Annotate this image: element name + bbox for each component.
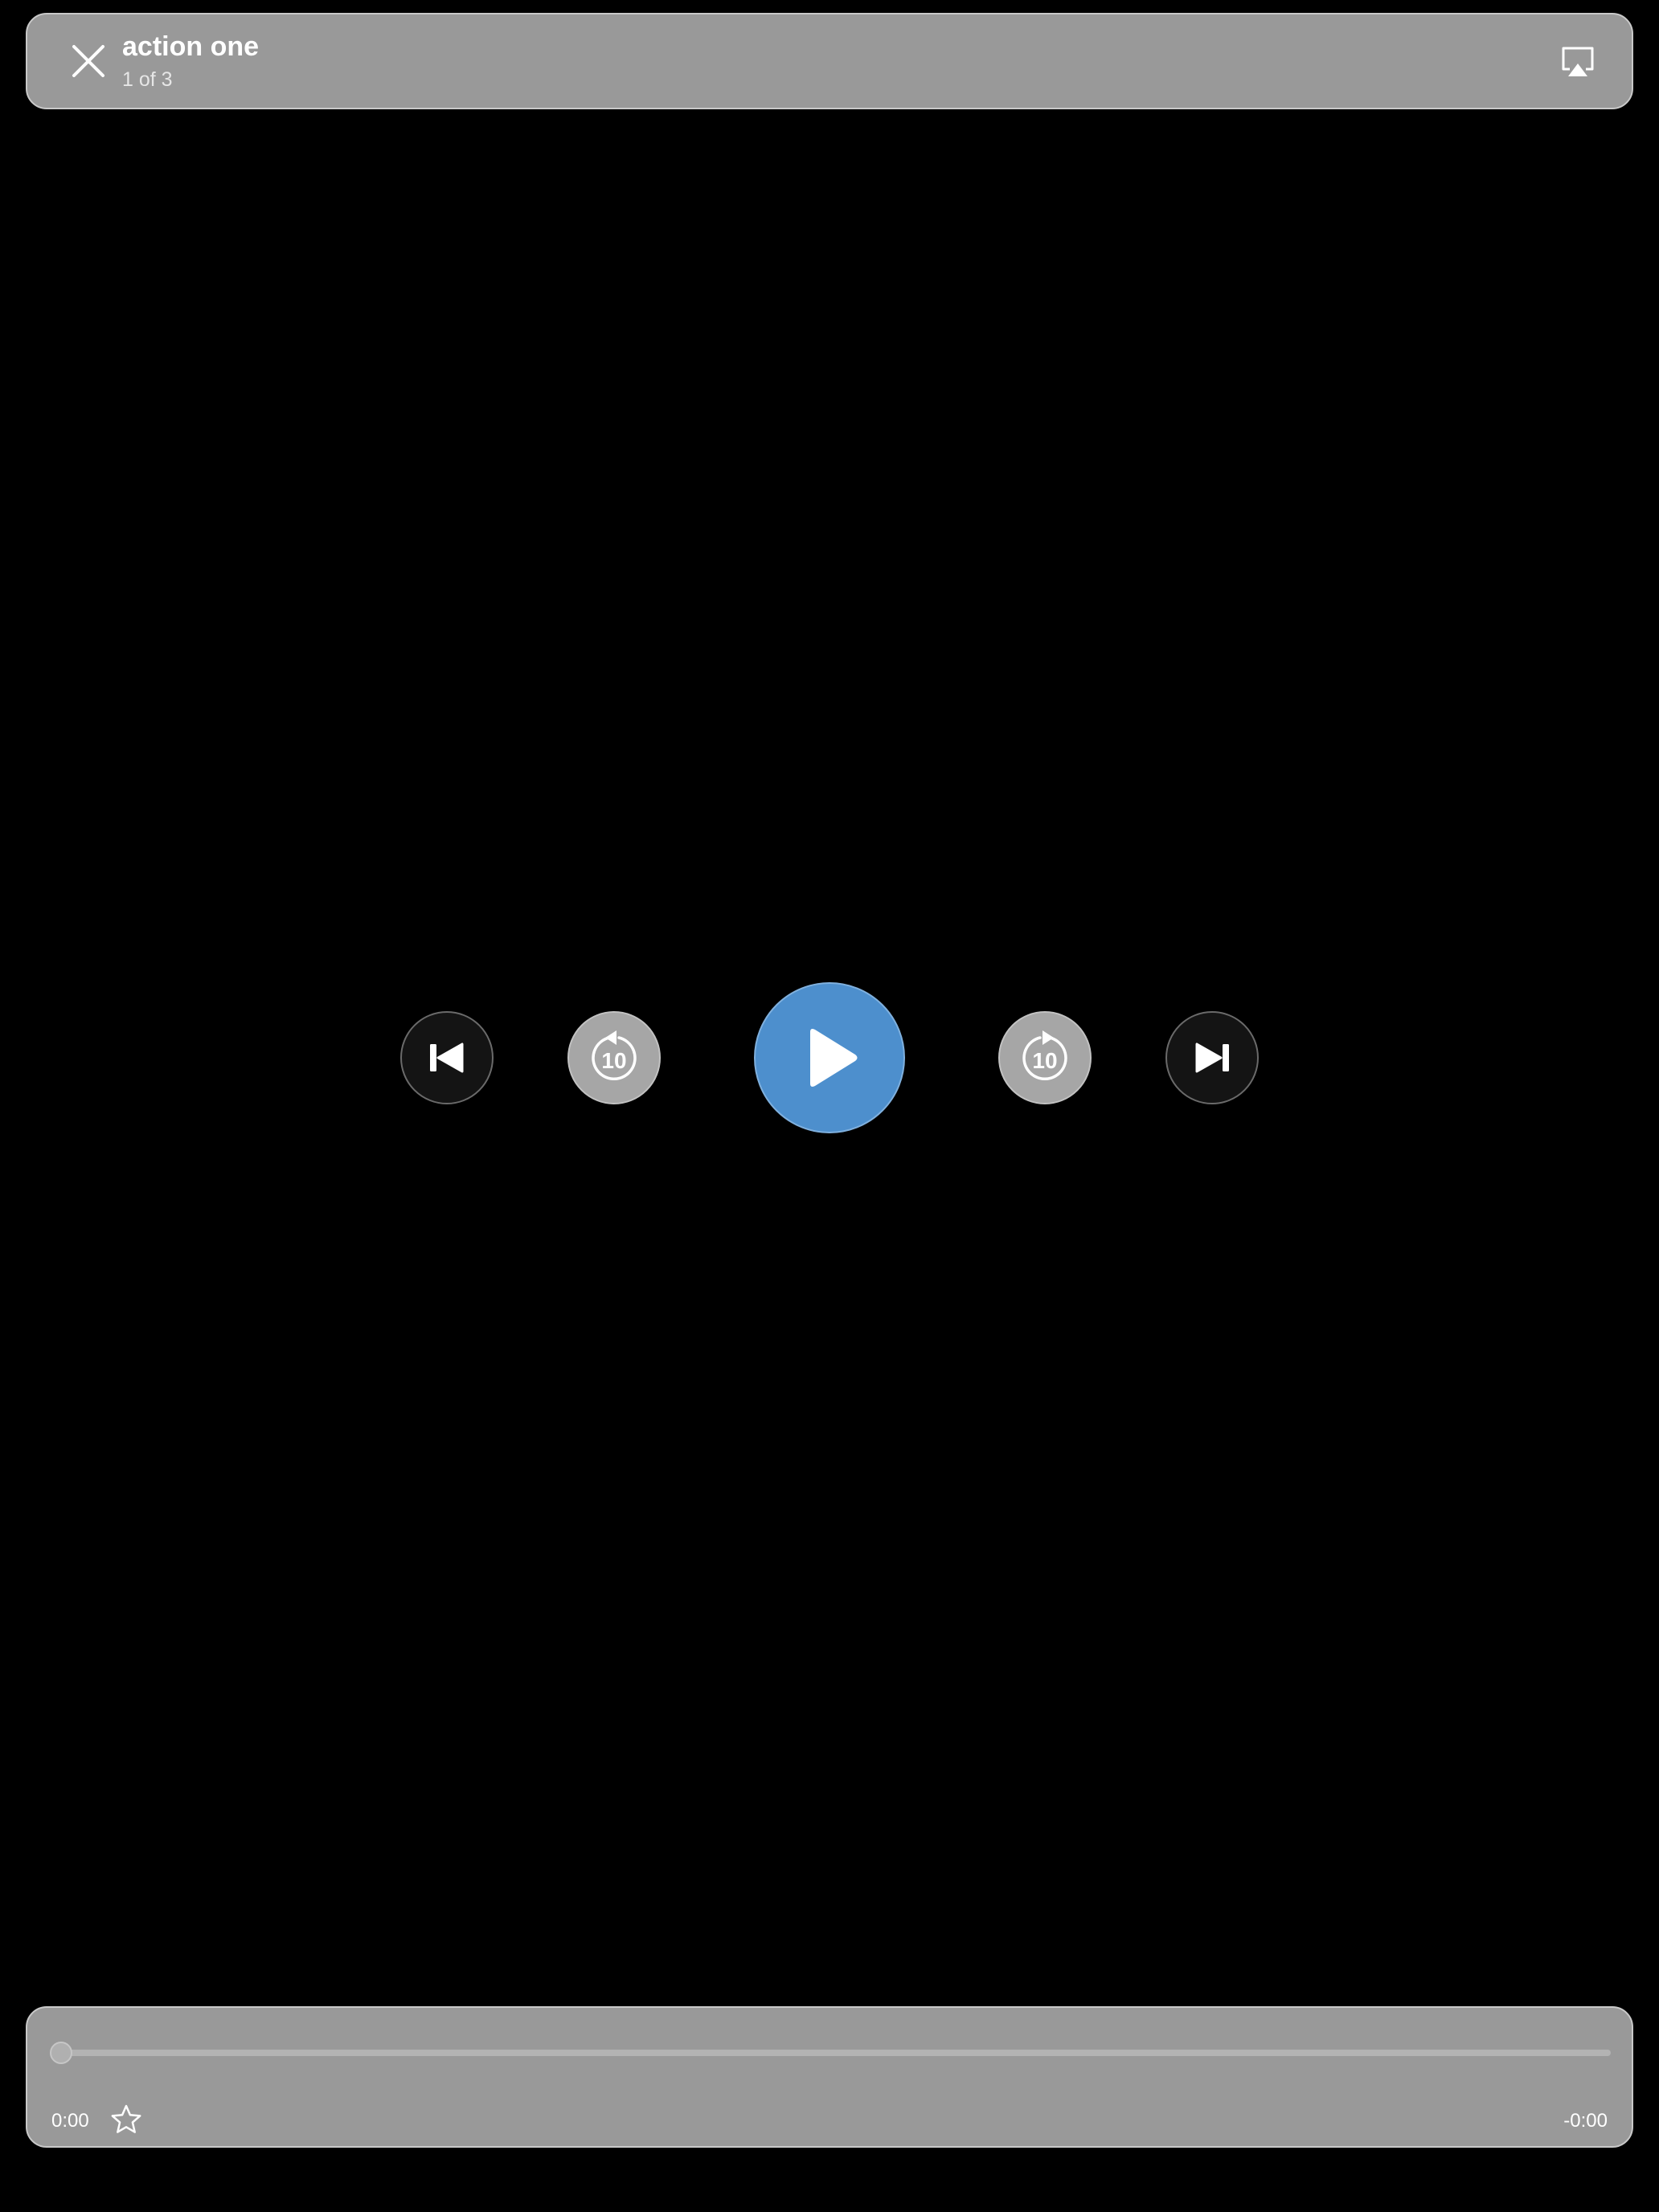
rewind-10-button[interactable] [567,1011,661,1104]
play-button[interactable] [754,982,905,1133]
bottom-bar: 0:00 -0:00 [26,2006,1633,2148]
next-track-button[interactable] [1165,1011,1259,1104]
media-title: action one [122,31,260,62]
forward-10-icon [1022,1030,1067,1081]
media-counter: 1 of 3 [122,68,173,91]
play-icon [810,1029,858,1087]
skip-forward-icon [1195,1043,1229,1073]
rewind-10-icon [592,1030,637,1081]
airplay-button[interactable] [1555,39,1601,85]
previous-track-button[interactable] [400,1011,494,1104]
progress-thumb[interactable] [50,2042,72,2064]
skip-back-icon [430,1043,464,1073]
airplay-icon [1562,47,1594,76]
time-remaining: -0:00 [1563,2110,1608,2132]
media-player-screen: action one 1 of 3 10 10 0:00 -0:00 [0,0,1659,2212]
star-outline-icon [111,2104,141,2133]
title-block: action one 1 of 3 [122,31,259,93]
close-icon [72,45,104,77]
forward-10-button[interactable] [998,1011,1092,1104]
progress-scrubber[interactable] [50,2042,1611,2064]
time-elapsed: 0:00 [51,2110,89,2132]
progress-track [51,2050,1611,2056]
favorite-button[interactable] [108,2101,145,2138]
top-bar: action one 1 of 3 [26,13,1633,109]
close-button[interactable] [59,32,117,90]
